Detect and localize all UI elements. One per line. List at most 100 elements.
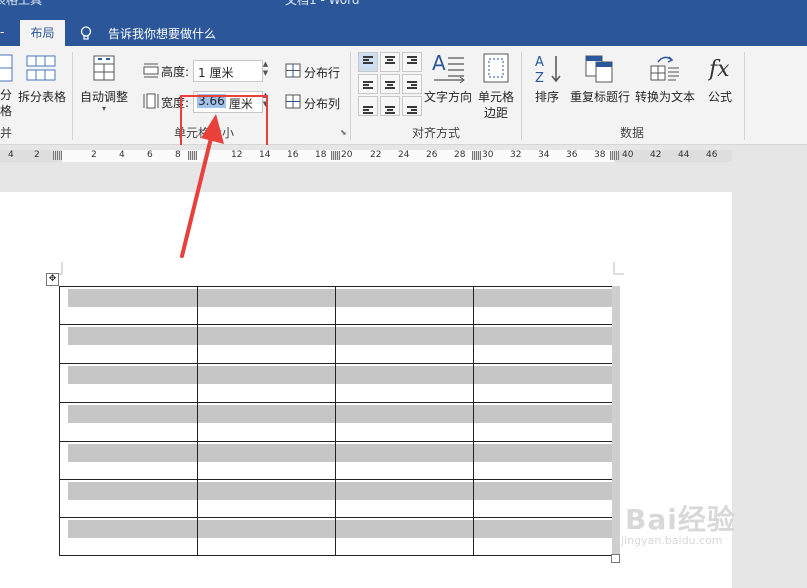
cell-shading xyxy=(198,405,335,423)
cell-shading xyxy=(336,444,473,462)
height-spinner[interactable]: ▲ ▼ xyxy=(261,60,270,80)
table-cell[interactable] xyxy=(473,402,613,442)
align-top-left-button[interactable] xyxy=(358,52,378,72)
window-title: 文档1 - Word xyxy=(285,0,360,7)
table-cell[interactable] xyxy=(197,517,336,556)
convert-to-text-button[interactable] xyxy=(650,54,680,84)
cell-shading xyxy=(474,444,612,462)
ribbon: 分 格 拆分表格 并 自动调整 ▾ 高度: 1 厘米 ▲ ▼ 宽度: 3.66 厘… xyxy=(0,46,807,157)
repeat-header-label[interactable]: 重复标题行 xyxy=(570,88,630,105)
sort-label[interactable]: 排序 xyxy=(535,88,559,105)
table-cell[interactable] xyxy=(335,517,474,556)
table-cell[interactable] xyxy=(335,402,474,442)
table-cell[interactable] xyxy=(335,479,474,518)
formula-button[interactable]: fx xyxy=(707,52,734,84)
table-cell[interactable] xyxy=(473,441,613,480)
table-cell[interactable] xyxy=(335,363,474,403)
tab-layout[interactable]: 布局 xyxy=(20,20,65,46)
ruler-column-marker[interactable] xyxy=(53,151,62,160)
table-cell[interactable] xyxy=(197,363,336,403)
cell-margins-icon xyxy=(483,53,509,83)
align-middle-right-button[interactable] xyxy=(402,74,422,94)
ruler-tick-label: 4 xyxy=(119,150,125,160)
formula-label[interactable]: 公式 xyxy=(708,88,732,105)
align-bottom-left-button[interactable] xyxy=(358,96,378,116)
table-cell[interactable] xyxy=(335,324,474,364)
cell-shading xyxy=(336,327,473,345)
align-middle-left-button[interactable] xyxy=(358,74,378,94)
tab-stub[interactable]: - xyxy=(0,25,4,39)
alignment-group-label: 对齐方式 xyxy=(412,126,461,140)
cell-shading xyxy=(198,520,335,538)
distribute-columns-icon xyxy=(285,94,301,109)
table-cell[interactable] xyxy=(59,324,198,364)
ruler-tick-label: 6 xyxy=(147,150,153,160)
table-cell[interactable] xyxy=(197,324,336,364)
cell-margins-button[interactable] xyxy=(482,52,510,84)
align-middle-center-button[interactable] xyxy=(380,74,400,94)
align-top-center-button[interactable] xyxy=(380,52,400,72)
ruler-tick-label: 18 xyxy=(315,150,327,160)
table-cell[interactable] xyxy=(473,324,613,364)
table-cell[interactable] xyxy=(59,517,198,556)
cell-shading xyxy=(68,405,197,423)
table-cell[interactable] xyxy=(59,286,198,325)
table-cell[interactable] xyxy=(197,402,336,442)
cell-shading xyxy=(474,520,612,538)
text-direction-label[interactable]: 文字方向 xyxy=(424,88,472,105)
table-cell[interactable] xyxy=(473,479,613,518)
ruler-tick-label: 32 xyxy=(510,150,522,160)
convert-to-text-icon xyxy=(650,56,679,81)
column-resize-bar[interactable] xyxy=(612,286,620,555)
word-table[interactable] xyxy=(59,286,613,556)
dialog-launcher-icon[interactable]: ⬊ xyxy=(340,128,347,137)
table-cell[interactable] xyxy=(59,363,198,403)
table-cell[interactable] xyxy=(473,363,613,403)
ruler-tick-label: 34 xyxy=(538,150,550,160)
table-cell[interactable] xyxy=(59,402,198,442)
table-cell[interactable] xyxy=(335,286,474,325)
table-cell[interactable] xyxy=(197,441,336,480)
height-field[interactable]: 1 厘米 xyxy=(193,60,263,82)
cell-shading xyxy=(474,289,612,307)
group-separator xyxy=(72,52,73,140)
ruler-column-marker[interactable] xyxy=(472,151,481,160)
cell-margins-label-2[interactable]: 边距 xyxy=(484,104,508,121)
align-top-right-button[interactable] xyxy=(402,52,422,72)
table-cell[interactable] xyxy=(197,286,336,325)
cell-shading xyxy=(68,444,197,462)
split-table-label[interactable]: 拆分表格 xyxy=(18,88,66,105)
alignment-grid xyxy=(358,52,422,116)
annotation-arrow xyxy=(180,114,224,258)
table-cell[interactable] xyxy=(197,479,336,518)
table-cell[interactable] xyxy=(473,286,613,325)
sort-button[interactable]: A Z xyxy=(534,52,564,86)
cell-margins-label-1[interactable]: 单元格 xyxy=(478,88,514,105)
autofit-label[interactable]: 自动调整 xyxy=(80,88,128,105)
distribute-columns-label: 分布列 xyxy=(304,97,341,111)
align-bottom-right-button[interactable] xyxy=(402,96,422,116)
split-table-button[interactable] xyxy=(26,54,56,84)
convert-to-text-label[interactable]: 转换为文本 xyxy=(635,88,695,105)
table-cell[interactable] xyxy=(59,441,198,480)
table-cell[interactable] xyxy=(59,479,198,518)
table-cell[interactable] xyxy=(473,517,613,556)
distribute-columns-button[interactable]: 分布列 xyxy=(285,93,345,111)
ruler-tick-label: 16 xyxy=(287,150,299,160)
autofit-dropdown-icon[interactable]: ▾ xyxy=(102,104,106,113)
distribute-rows-button[interactable]: 分布行 xyxy=(285,62,345,80)
autofit-button[interactable] xyxy=(92,54,118,82)
repeat-header-button[interactable] xyxy=(585,54,615,84)
table-cell[interactable] xyxy=(335,441,474,480)
ruler-column-marker[interactable] xyxy=(331,151,340,160)
ruler-column-marker[interactable] xyxy=(610,151,619,160)
ruler-tick-label: 22 xyxy=(370,150,382,160)
align-bottom-center-button[interactable] xyxy=(380,96,400,116)
text-direction-button[interactable]: A xyxy=(430,51,468,86)
ruler-tick-label: 2 xyxy=(91,150,97,160)
table-resize-handle[interactable] xyxy=(611,554,620,563)
table-move-handle-icon[interactable]: ✥ xyxy=(46,273,59,286)
ruler-tick-label: 42 xyxy=(650,150,662,160)
cell-shading xyxy=(336,405,473,423)
cell-shading xyxy=(198,289,335,307)
